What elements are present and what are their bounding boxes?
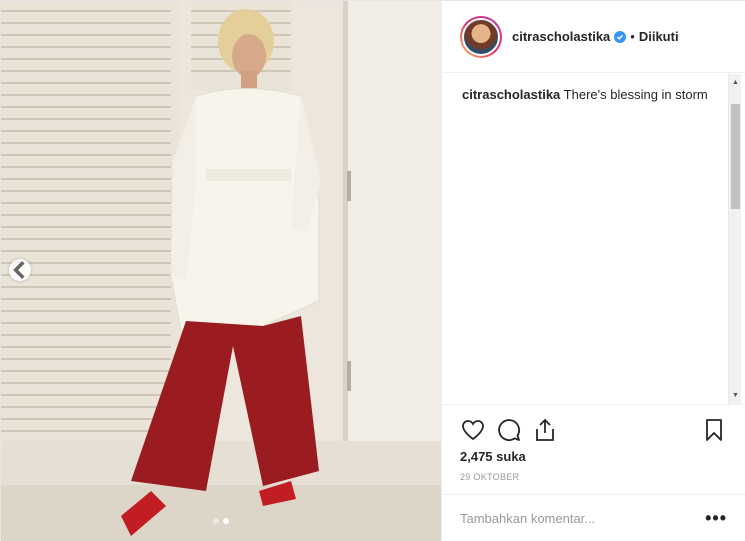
post-actions: 2,475 suka 29 OKTOBER <box>442 404 745 494</box>
scroll-down-arrow-icon[interactable]: ▼ <box>729 389 742 402</box>
caption-text: There's blessing in storm <box>563 87 708 102</box>
separator-dot: • <box>630 29 635 44</box>
carousel-indicator <box>213 518 229 524</box>
post-side-panel: citrascholastika • Diikuti citrascholast… <box>441 1 745 541</box>
post-dialog: citrascholastika • Diikuti citrascholast… <box>0 0 745 541</box>
caption-username[interactable]: citrascholastika <box>462 87 560 102</box>
comments-area[interactable]: citrascholastika There's blessing in sto… <box>442 74 745 404</box>
caption: citrascholastika There's blessing in sto… <box>462 86 725 104</box>
post-header: citrascholastika • Diikuti <box>442 1 745 73</box>
username-link[interactable]: citrascholastika <box>512 29 610 44</box>
verified-badge-icon <box>614 30 627 43</box>
comment-icon[interactable] <box>496 417 522 443</box>
avatar-image <box>462 17 500 56</box>
chevron-left-icon <box>13 261 25 279</box>
avatar[interactable] <box>460 15 502 58</box>
comments-scrollbar[interactable]: ▲ ▼ <box>728 74 741 404</box>
heart-icon[interactable] <box>460 417 486 443</box>
following-button[interactable]: Diikuti <box>639 29 679 44</box>
scroll-thumb[interactable] <box>731 104 740 209</box>
scroll-up-arrow-icon[interactable]: ▲ <box>729 76 742 89</box>
carousel-dot <box>213 518 219 524</box>
action-icons <box>460 417 727 443</box>
carousel-prev-button[interactable] <box>9 259 31 281</box>
post-photo[interactable] <box>1 1 441 541</box>
share-icon[interactable] <box>532 417 558 443</box>
photo-illustration <box>1 1 441 541</box>
likes-count[interactable]: 2,475 suka <box>460 449 727 464</box>
add-comment-area: ••• <box>442 494 745 541</box>
comment-input[interactable] <box>460 510 706 526</box>
bookmark-icon[interactable] <box>701 417 727 443</box>
post-date[interactable]: 29 OKTOBER <box>460 472 727 482</box>
more-options-button[interactable]: ••• <box>705 508 727 529</box>
carousel-dot-active <box>223 518 229 524</box>
